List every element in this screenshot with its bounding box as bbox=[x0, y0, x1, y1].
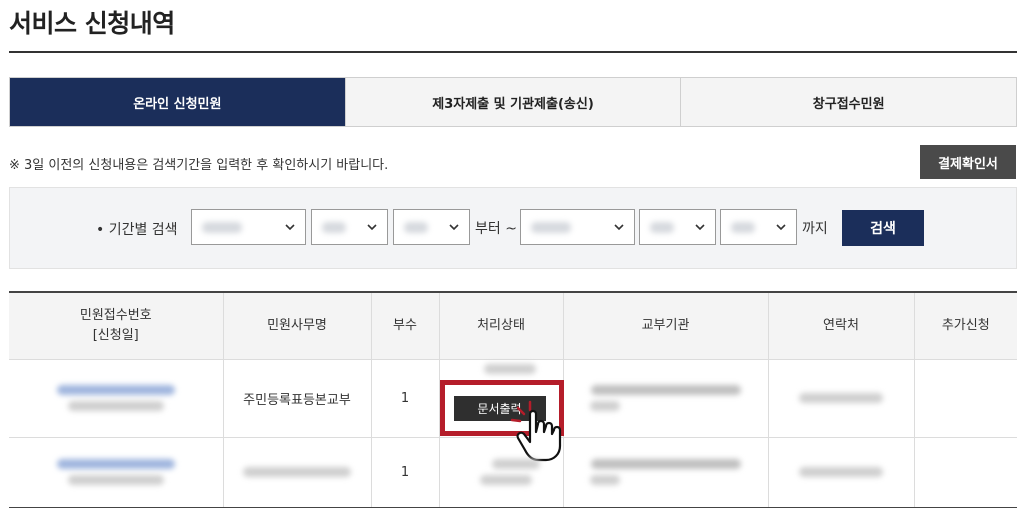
chevron-down-icon bbox=[449, 224, 459, 231]
results-table: 민원접수번호 [신청일] 민원사무명 부수 처리상태 교부기관 연락처 추가신청… bbox=[9, 291, 1017, 508]
payment-receipt-button[interactable]: 결제확인서 bbox=[920, 145, 1016, 179]
start-month-select[interactable] bbox=[311, 209, 388, 245]
service-name-cell: 주민등록표등본교부 bbox=[222, 359, 371, 438]
header-contact: 연락처 bbox=[767, 291, 914, 360]
end-year-select[interactable] bbox=[520, 209, 635, 245]
chevron-down-icon bbox=[695, 224, 705, 231]
copies-cell: 1 bbox=[370, 437, 439, 508]
range-from-text: 부터 ~ bbox=[475, 221, 517, 237]
tab-bar: 온라인 신청민원 제3자제출 및 기관제출(송신) 창구접수민원 bbox=[9, 77, 1017, 127]
header-additional-request: 추가신청 bbox=[913, 291, 1017, 360]
print-document-button[interactable]: 문서출력 bbox=[453, 395, 546, 421]
receipt-number-cell[interactable] bbox=[9, 359, 223, 438]
copies-cell: 1 bbox=[370, 359, 439, 438]
table-header-row: 민원접수번호 [신청일] 민원사무명 부수 처리상태 교부기관 연락처 추가신청 bbox=[9, 291, 1017, 360]
title-divider bbox=[9, 51, 1017, 53]
issuing-agency-cell bbox=[562, 437, 768, 508]
end-month-select[interactable] bbox=[639, 209, 716, 245]
receipt-number-cell[interactable] bbox=[9, 437, 223, 508]
additional-request-cell bbox=[913, 359, 1017, 438]
search-panel: • 기간별 검색 부터 ~ 까지 검색 bbox=[9, 187, 1017, 269]
search-button[interactable]: 검색 bbox=[842, 210, 924, 246]
header-issuing-agency: 교부기관 bbox=[562, 291, 768, 360]
status-cell bbox=[438, 437, 563, 508]
header-copies: 부수 bbox=[370, 291, 439, 360]
start-day-select[interactable] bbox=[393, 209, 470, 245]
contact-cell bbox=[767, 359, 914, 438]
tab-counter-applications[interactable]: 창구접수민원 bbox=[680, 78, 1017, 126]
chevron-down-icon bbox=[285, 224, 295, 231]
status-cell: 문서출력 bbox=[438, 359, 564, 461]
range-to-text: 까지 bbox=[802, 221, 828, 237]
header-receipt-number: 민원접수번호 [신청일] bbox=[9, 291, 223, 360]
additional-request-cell bbox=[913, 437, 1017, 508]
chevron-down-icon bbox=[776, 224, 786, 231]
notice-text: ※ 3일 이전의 신청내용은 검색기간을 입력한 후 확인하시기 바랍니다. bbox=[9, 158, 389, 173]
end-day-select[interactable] bbox=[720, 209, 797, 245]
issuing-agency-cell bbox=[562, 359, 768, 438]
header-status: 처리상태 bbox=[438, 291, 563, 360]
table-row: 주민등록표등본교부 1 문서출력 bbox=[9, 359, 1017, 461]
tab-third-party-submission[interactable]: 제3자제출 및 기관제출(송신) bbox=[344, 78, 681, 126]
search-label: • 기간별 검색 bbox=[96, 222, 178, 238]
chevron-down-icon bbox=[367, 224, 377, 231]
start-year-select[interactable] bbox=[191, 209, 306, 245]
table-row: 1 bbox=[9, 437, 1017, 508]
header-service-name: 민원사무명 bbox=[222, 291, 371, 360]
contact-cell bbox=[767, 437, 914, 508]
tab-online-applications[interactable]: 온라인 신청민원 bbox=[10, 78, 345, 126]
chevron-down-icon bbox=[614, 224, 624, 231]
service-name-cell bbox=[222, 437, 371, 508]
page-title: 서비스 신청내역 bbox=[9, 9, 175, 38]
